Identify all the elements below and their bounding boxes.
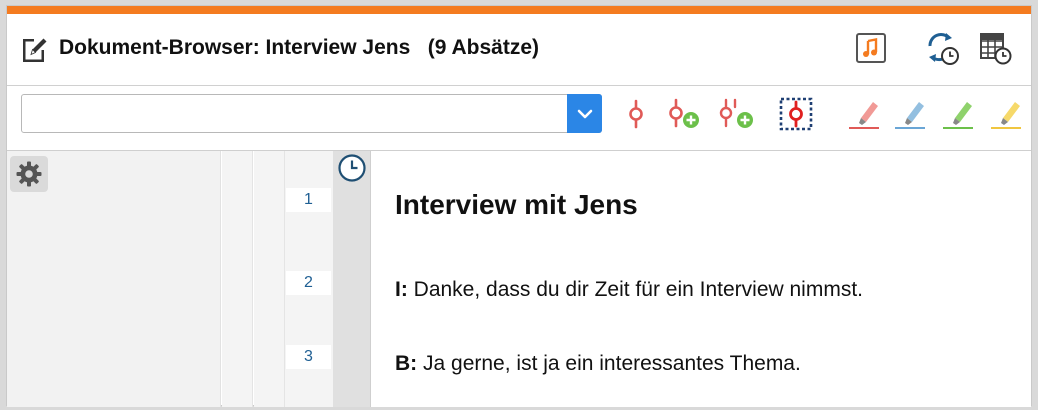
highlighter-blue-icon [895, 102, 925, 129]
highlighter-red-icon [849, 102, 879, 129]
toolbar [7, 87, 1031, 151]
settings-button[interactable] [10, 156, 48, 192]
code-pin-button[interactable] [617, 95, 655, 133]
document-text[interactable]: Interview mit Jens I: Danke, dass du dir… [371, 151, 1031, 407]
accent-bar [7, 6, 1031, 14]
paragraph-text: Danke, dass du dir Zeit für ein Intervie… [407, 278, 863, 301]
window-title: Dokument-Browser: Interview Jens (9 Absä… [59, 36, 540, 59]
paragraph: I: Danke, dass du dir Zeit für ein Inter… [395, 278, 863, 302]
highlighter-green-icon [943, 102, 973, 129]
highlighter-yellow-button[interactable] [987, 95, 1025, 133]
clock-icon[interactable] [337, 153, 367, 183]
document-content-area: 1 2 3 Interview mit Jens I: Danke, dass … [7, 151, 1031, 407]
sync-timestamps-button[interactable] [924, 30, 960, 66]
add-code-pin-button[interactable] [664, 95, 702, 133]
paragraph-number-column: 1 2 3 [285, 151, 333, 407]
edit-document-icon [23, 38, 47, 62]
code-pin-icon [629, 99, 643, 129]
paragraph: B: Ja gerne, ist ja ein interessantes Th… [395, 352, 801, 376]
highlighter-green-button[interactable] [939, 95, 977, 133]
highlighter-blue-button[interactable] [891, 95, 929, 133]
code-selection-icon [779, 97, 813, 131]
media-player-button[interactable] [853, 30, 889, 66]
highlighter-yellow-icon [991, 102, 1021, 129]
chevron-down-icon [577, 109, 592, 118]
document-selector-input[interactable] [22, 95, 567, 132]
timestamp-column [333, 151, 371, 407]
add-code-pin-icon [669, 98, 699, 128]
paragraph-number[interactable]: 2 [286, 271, 331, 295]
code-stripe-column [222, 151, 253, 407]
timestamp-table-button[interactable] [977, 30, 1013, 66]
dropdown-button[interactable] [567, 94, 602, 133]
add-code-stack-icon [719, 98, 753, 128]
speaker-label: I: [395, 278, 408, 301]
code-stripe-column [254, 151, 285, 407]
document-browser-window: Dokument-Browser: Interview Jens (9 Absä… [6, 5, 1032, 407]
title-bar: Dokument-Browser: Interview Jens (9 Absä… [7, 14, 1031, 86]
document-selector[interactable] [21, 94, 602, 133]
code-selection-button[interactable] [777, 95, 815, 133]
sync-timestamps-icon [928, 33, 959, 65]
timestamp-table-icon [980, 33, 1012, 65]
speaker-label: B: [395, 352, 418, 375]
paragraph-number[interactable]: 1 [286, 188, 331, 212]
paragraph-number[interactable]: 3 [286, 345, 331, 369]
highlighter-red-button[interactable] [845, 95, 883, 133]
gear-icon [16, 161, 42, 187]
paragraph-text: Ja gerne, ist ja ein interessantes Thema… [417, 352, 801, 375]
code-sidebar [7, 151, 221, 407]
add-code-stack-button[interactable] [718, 95, 756, 133]
paragraph-heading: Interview mit Jens [395, 189, 638, 220]
media-player-icon [856, 33, 886, 63]
